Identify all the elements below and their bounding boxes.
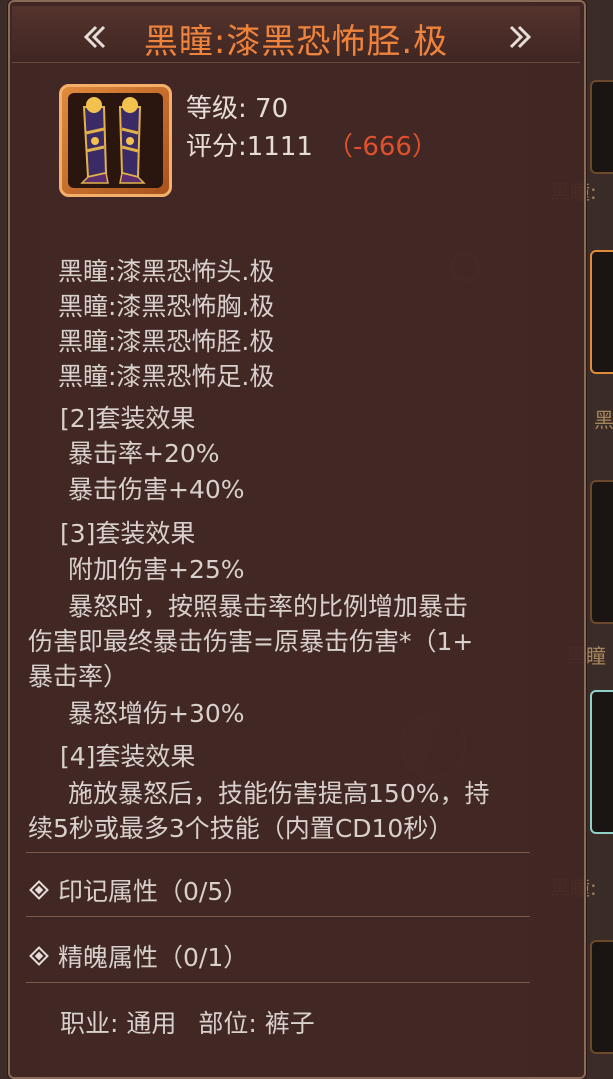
set-effect-4-title: [4]套装效果: [60, 742, 196, 771]
item-tooltip-panel: 黑瞳:漆黑恐怖胫.极 等级: 70 评分:1111 （-666） 黑瞳:漆黑恐怖头…: [8, 0, 586, 1079]
set-effect-4-line-2: 续5秒或最多3个技能（内置CD10秒）: [28, 814, 454, 843]
mark-attributes-row[interactable]: 印记属性（0/5）: [29, 872, 249, 908]
side-item-card-3: [590, 480, 613, 624]
item-level: 等级: 70: [186, 94, 289, 124]
class-label: 职业: 通用: [60, 1009, 177, 1038]
set-piece-head: 黑瞳:漆黑恐怖头.极: [58, 257, 275, 286]
mark-attributes-label: 印记属性（0/5）: [58, 877, 249, 906]
double-chevron-right-icon: [509, 25, 532, 49]
side-item-label-2: 黑: [594, 408, 613, 432]
set-effect-2-line-2: 暴击伤害+40%: [68, 475, 245, 504]
set-effect-3-line-3: 伤害即最终暴击伤害=原暴击伤害*（1+: [28, 627, 474, 656]
divider: [26, 916, 530, 917]
set-effect-3-line-1: 附加伤害+25%: [68, 555, 245, 584]
set-effect-2-line-1: 暴击率+20%: [68, 439, 220, 468]
item-score-label: 评分:: [186, 132, 247, 162]
soul-attributes-row[interactable]: 精魄属性（0/1）: [29, 938, 249, 974]
set-effect-3-line-2: 暴怒时，按照暴击率的比例增加暴击: [68, 592, 469, 621]
item-score-value: 1111: [246, 132, 313, 162]
item-score-diff: （-666）: [326, 132, 438, 162]
slot-label: 部位: 裤子: [198, 1009, 315, 1038]
set-effect-4-line-1: 施放暴怒后，技能伤害提高150%，持: [68, 779, 490, 808]
footer-info: 职业: 通用 部位: 裤子: [60, 1004, 315, 1040]
set-piece-foot: 黑瞳:漆黑恐怖足.极: [58, 362, 275, 391]
item-icon-frame: [59, 84, 172, 197]
diamond-bullet-icon: [29, 880, 49, 900]
side-item-card-4: [590, 690, 613, 834]
item-score: 评分:1111 （-666）: [186, 126, 438, 163]
set-effect-3-line-4: 暴击率）: [28, 662, 129, 691]
side-item-card-1: [590, 80, 613, 174]
set-piece-chest: 黑瞳:漆黑恐怖胸.极: [58, 292, 275, 321]
set-effect-2-title: [2]套装效果: [60, 404, 196, 433]
side-item-card-2: [590, 250, 613, 374]
set-piece-leg: 黑瞳:漆黑恐怖胫.极: [58, 327, 275, 356]
side-item-card-5: [590, 940, 613, 1054]
title-bar: 黑瞳:漆黑恐怖胫.极: [12, 6, 580, 63]
soul-attributes-label: 精魄属性（0/1）: [58, 943, 249, 972]
item-title: 黑瞳:漆黑恐怖胫.极: [143, 22, 449, 62]
golden-leg-armor-icon: [80, 97, 146, 184]
diamond-bullet-icon: [29, 946, 49, 966]
divider: [26, 852, 530, 853]
set-effect-3-title: [3]套装效果: [60, 519, 196, 548]
set-effect-3-line-5: 暴怒增伤+30%: [68, 699, 245, 728]
divider: [26, 982, 530, 983]
